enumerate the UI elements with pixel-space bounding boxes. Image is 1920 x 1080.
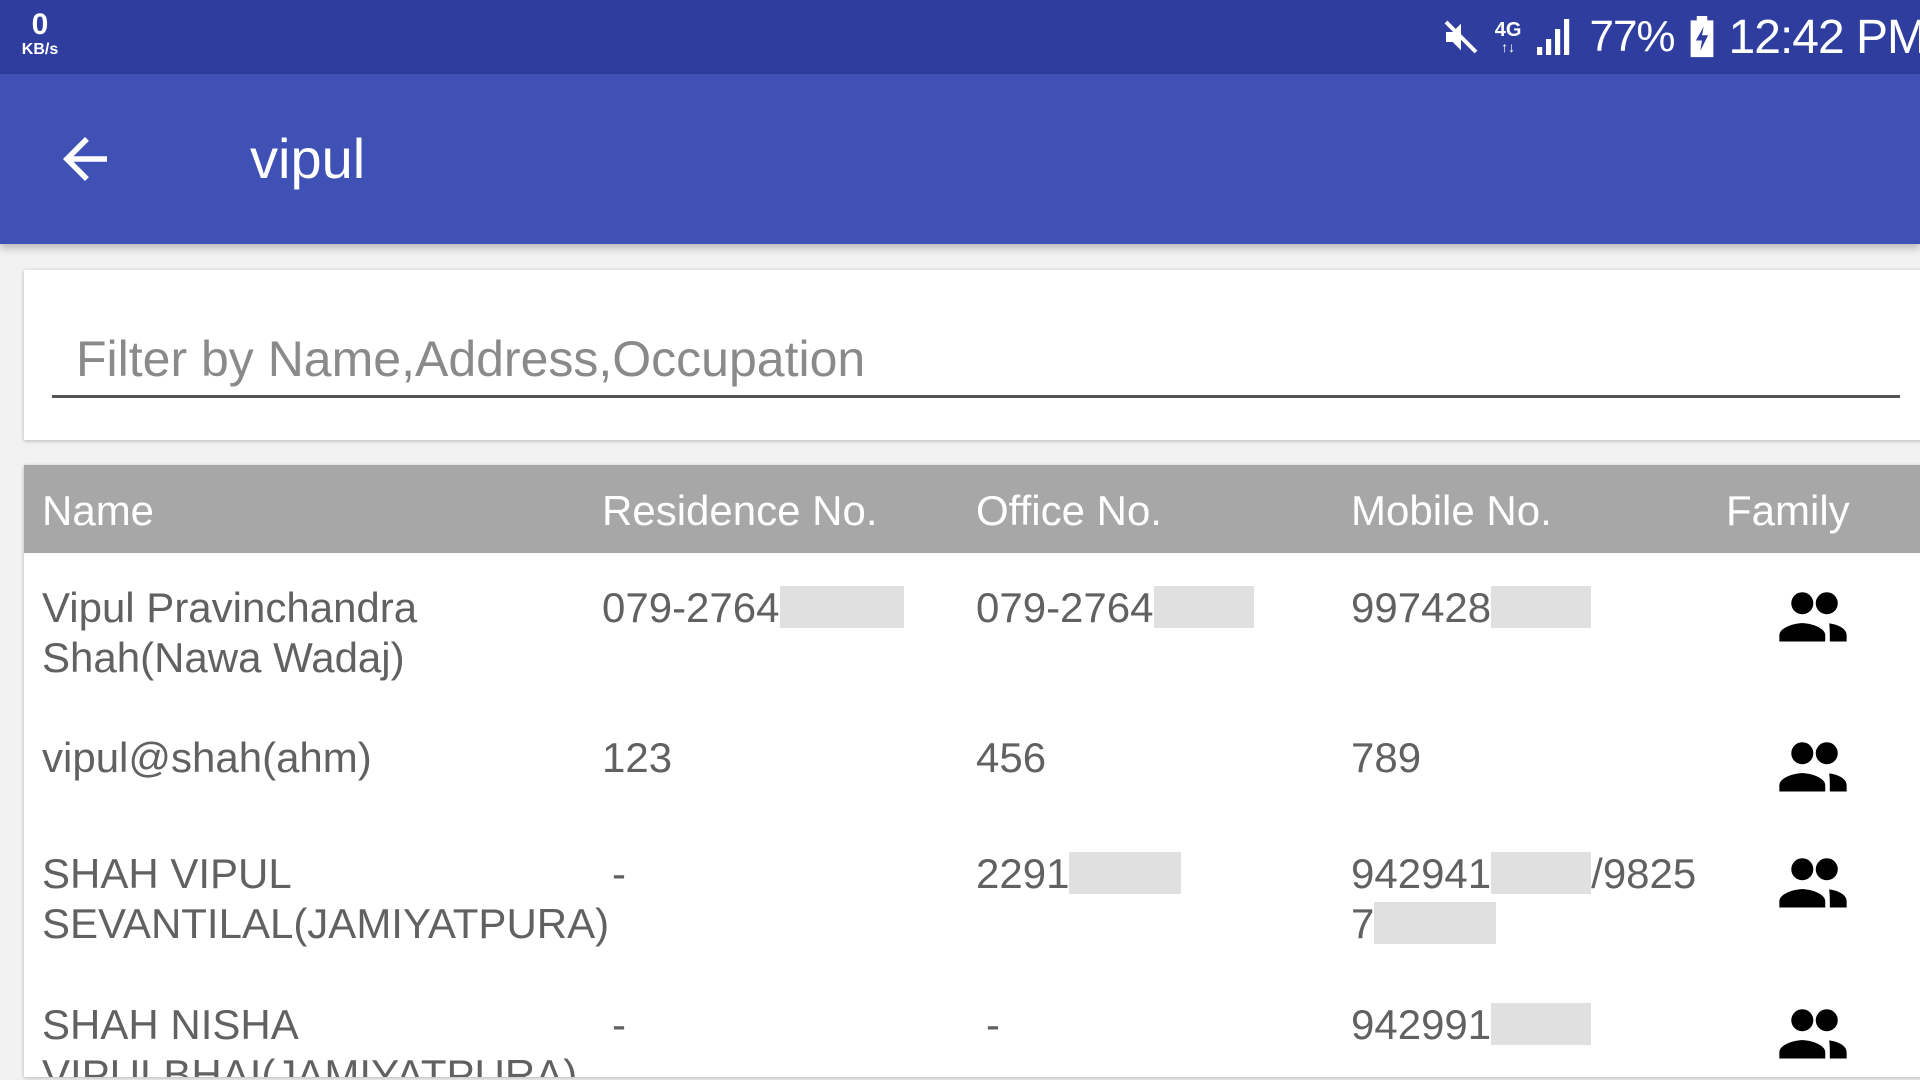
- network-speed-value: 0: [31, 8, 49, 41]
- redacted-block: [779, 586, 904, 628]
- family-button[interactable]: [1776, 741, 1850, 793]
- mobile-number: 942991: [1351, 1000, 1726, 1050]
- residence-number: -: [612, 850, 626, 897]
- arrow-back-icon: [63, 137, 107, 181]
- column-header-name[interactable]: Name: [42, 487, 154, 535]
- column-header-office[interactable]: Office No.: [976, 487, 1162, 535]
- signal-icon: [1535, 17, 1575, 57]
- redacted-block: [1153, 586, 1254, 628]
- results-table: Name Residence No. Office No. Mobile No.…: [24, 465, 1920, 1077]
- network-type-label: 4G: [1494, 19, 1522, 41]
- column-header-family[interactable]: Family: [1726, 487, 1850, 535]
- office-number: 079-2764: [976, 583, 1254, 633]
- contact-name: SHAH VIPUL SEVANTILAL(JAMIYATPURA): [42, 850, 610, 947]
- battery-charging-icon: [1689, 16, 1715, 58]
- network-speed: 0 KB/s: [16, 10, 64, 58]
- status-bar: 0 KB/s 4G ↑↓ 77% 12:42 PM: [0, 0, 1920, 74]
- contact-name: Vipul Pravinchandra Shah(Nawa Wadaj): [42, 584, 418, 681]
- volume-mute-icon: [1441, 17, 1481, 57]
- people-icon: [1779, 1009, 1847, 1059]
- back-button[interactable]: [50, 126, 120, 192]
- table-row[interactable]: vipul@shah(ahm) 123 456 789: [24, 733, 1920, 823]
- residence-number-text: 079-2764: [602, 584, 780, 631]
- filter-card: [24, 270, 1920, 440]
- mobile-number-text: 942941: [1351, 850, 1492, 897]
- mobile-number-second: /9825: [1591, 850, 1697, 897]
- people-icon: [1779, 592, 1847, 642]
- office-number: 2291: [976, 849, 1182, 899]
- family-button[interactable]: [1776, 591, 1850, 643]
- page-title: vipul: [250, 127, 366, 190]
- people-icon: [1779, 858, 1847, 908]
- redacted-block: [1491, 1003, 1592, 1045]
- app-bar: vipul: [0, 74, 1920, 244]
- family-button[interactable]: [1776, 857, 1850, 909]
- clock: 12:42 PM: [1728, 10, 1920, 64]
- mobile-number: 997428: [1351, 583, 1726, 633]
- people-icon: [1779, 742, 1847, 792]
- mobile-number: 789: [1351, 734, 1422, 781]
- mobile-number-second-cont: 7: [1351, 900, 1375, 947]
- redacted-block: [1491, 586, 1592, 628]
- mobile-number-text: 942991: [1351, 1001, 1492, 1048]
- table-row[interactable]: Vipul Pravinchandra Shah(Nawa Wadaj) 079…: [24, 583, 1920, 713]
- redacted-block: [1491, 852, 1592, 894]
- mobile-number: 942941/9825 7: [1351, 849, 1726, 949]
- table-row[interactable]: SHAH VIPUL SEVANTILAL(JAMIYATPURA) - 229…: [24, 849, 1920, 979]
- network-type: 4G ↑↓: [1495, 20, 1522, 54]
- office-number: 456: [976, 734, 1047, 781]
- column-header-mobile[interactable]: Mobile No.: [1351, 487, 1552, 535]
- office-number-text: 2291: [976, 850, 1070, 897]
- status-icons: 4G ↑↓ 77% 12:42 PM: [1441, 0, 1920, 74]
- redacted-block: [1374, 902, 1497, 944]
- contact-name: SHAH NISHA VIPULBHAI(JAMIYATPURA): [42, 1001, 578, 1077]
- network-activity-arrows: ↑↓: [1501, 39, 1516, 55]
- residence-number: 123: [602, 734, 673, 781]
- residence-number: 079-2764: [602, 583, 904, 633]
- contact-name: vipul@shah(ahm): [42, 734, 372, 781]
- battery-percent: 77%: [1589, 12, 1675, 61]
- office-number-text: 079-2764: [976, 584, 1154, 631]
- filter-input[interactable]: [52, 322, 1900, 398]
- mobile-number-text: 997428: [1351, 584, 1492, 631]
- table-row[interactable]: SHAH NISHA VIPULBHAI(JAMIYATPURA) - - 94…: [24, 1000, 1920, 1077]
- family-button[interactable]: [1776, 1008, 1850, 1060]
- residence-number: -: [612, 1001, 626, 1048]
- network-speed-unit: KB/s: [21, 41, 59, 58]
- office-number: -: [986, 1001, 1000, 1048]
- column-header-residence[interactable]: Residence No.: [602, 487, 877, 535]
- table-header: Name Residence No. Office No. Mobile No.…: [24, 465, 1920, 553]
- redacted-block: [1069, 852, 1182, 894]
